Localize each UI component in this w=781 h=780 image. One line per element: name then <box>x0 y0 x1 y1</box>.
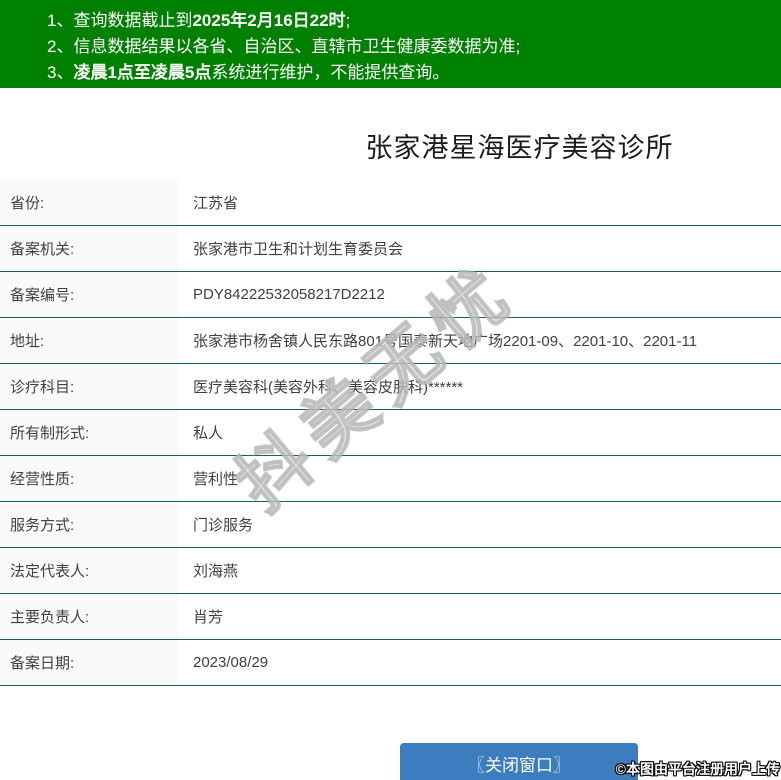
row-label: 所有制形式: <box>0 410 178 455</box>
table-row: 法定代表人: 刘海燕 <box>0 548 781 594</box>
notice-line: 2、信息数据结果以各省、自治区、直辖市卫生健康委数据为准; <box>47 34 781 60</box>
notice-text: 信息数据结果以各省、自治区、直辖市卫生健康委数据为准; <box>73 37 521 56</box>
row-label: 备案机关: <box>0 226 178 271</box>
notice-text: 查询数据截止到 <box>73 11 193 30</box>
table-row: 所有制形式: 私人 <box>0 410 781 456</box>
record-table: 省份: 江苏省 备案机关: 张家港市卫生和计划生育委员会 备案编号: PDY84… <box>0 180 781 686</box>
notice-banner: 1、查询数据截止到2025年2月16日22时; 2、信息数据结果以各省、自治区、… <box>0 0 781 88</box>
row-value: 刘海燕 <box>193 563 239 580</box>
table-row: 诊疗科目: 医疗美容科(美容外科、美容皮肤科)****** <box>0 364 781 410</box>
row-label: 地址: <box>0 318 178 363</box>
row-value: 医疗美容科(美容外科、美容皮肤科)****** <box>193 379 464 396</box>
row-value: 肖芳 <box>193 609 224 626</box>
notice-text: 系统进行维护，不能提供查询。 <box>211 63 450 82</box>
close-window-button[interactable]: 〖关闭窗口〗 <box>400 743 638 780</box>
row-value: 营利性 <box>193 471 239 488</box>
notice-line: 3、凌晨1点至凌晨5点系统进行维护，不能提供查询。 <box>47 60 781 86</box>
row-label: 主要负责人: <box>0 594 178 639</box>
notice-number: 3、 <box>47 63 74 82</box>
row-label: 服务方式: <box>0 502 178 547</box>
row-value: 私人 <box>193 425 224 442</box>
notice-number: 1、 <box>47 11 74 30</box>
row-label: 省份: <box>0 180 178 225</box>
row-value: 门诊服务 <box>193 517 254 534</box>
upload-credit-watermark: ©本图由平台注册用户上传 <box>615 761 780 777</box>
row-label: 备案编号: <box>0 272 178 317</box>
row-label: 法定代表人: <box>0 548 178 593</box>
page: 1、查询数据截止到2025年2月16日22时; 2、信息数据结果以各省、自治区、… <box>0 0 781 780</box>
table-row: 备案机关: 张家港市卫生和计划生育委员会 <box>0 226 781 272</box>
row-value: 江苏省 <box>193 195 239 212</box>
row-value: 2023/08/29 <box>193 654 269 671</box>
table-row: 备案日期: 2023/08/29 <box>0 640 781 686</box>
notice-line: 1、查询数据截止到2025年2月16日22时; <box>47 8 781 34</box>
page-title: 张家港星海医疗美容诊所 <box>365 133 674 163</box>
notice-text-bold: 2025年2月16日22时 <box>192 11 346 30</box>
row-value: 张家港市卫生和计划生育委员会 <box>193 241 404 258</box>
notice-number: 2、 <box>47 37 74 56</box>
notice-text-bold: 凌晨1点至凌晨5点 <box>73 63 212 82</box>
table-row: 地址: 张家港市杨舍镇人民东路801号国泰新天地广场2201-09、2201-1… <box>0 318 781 364</box>
table-row: 服务方式: 门诊服务 <box>0 502 781 548</box>
table-row: 备案编号: PDY84222532058217D2212 <box>0 272 781 318</box>
table-row: 省份: 江苏省 <box>0 180 781 226</box>
row-value: PDY84222532058217D2212 <box>193 286 385 303</box>
table-row: 经营性质: 营利性 <box>0 456 781 502</box>
table-row: 主要负责人: 肖芳 <box>0 594 781 640</box>
row-label: 诊疗科目: <box>0 364 178 409</box>
row-label: 备案日期: <box>0 640 178 685</box>
row-label: 经营性质: <box>0 456 178 501</box>
row-value: 张家港市杨舍镇人民东路801号国泰新天地广场2201-09、2201-10、22… <box>193 333 698 350</box>
notice-text: ; <box>345 11 351 30</box>
